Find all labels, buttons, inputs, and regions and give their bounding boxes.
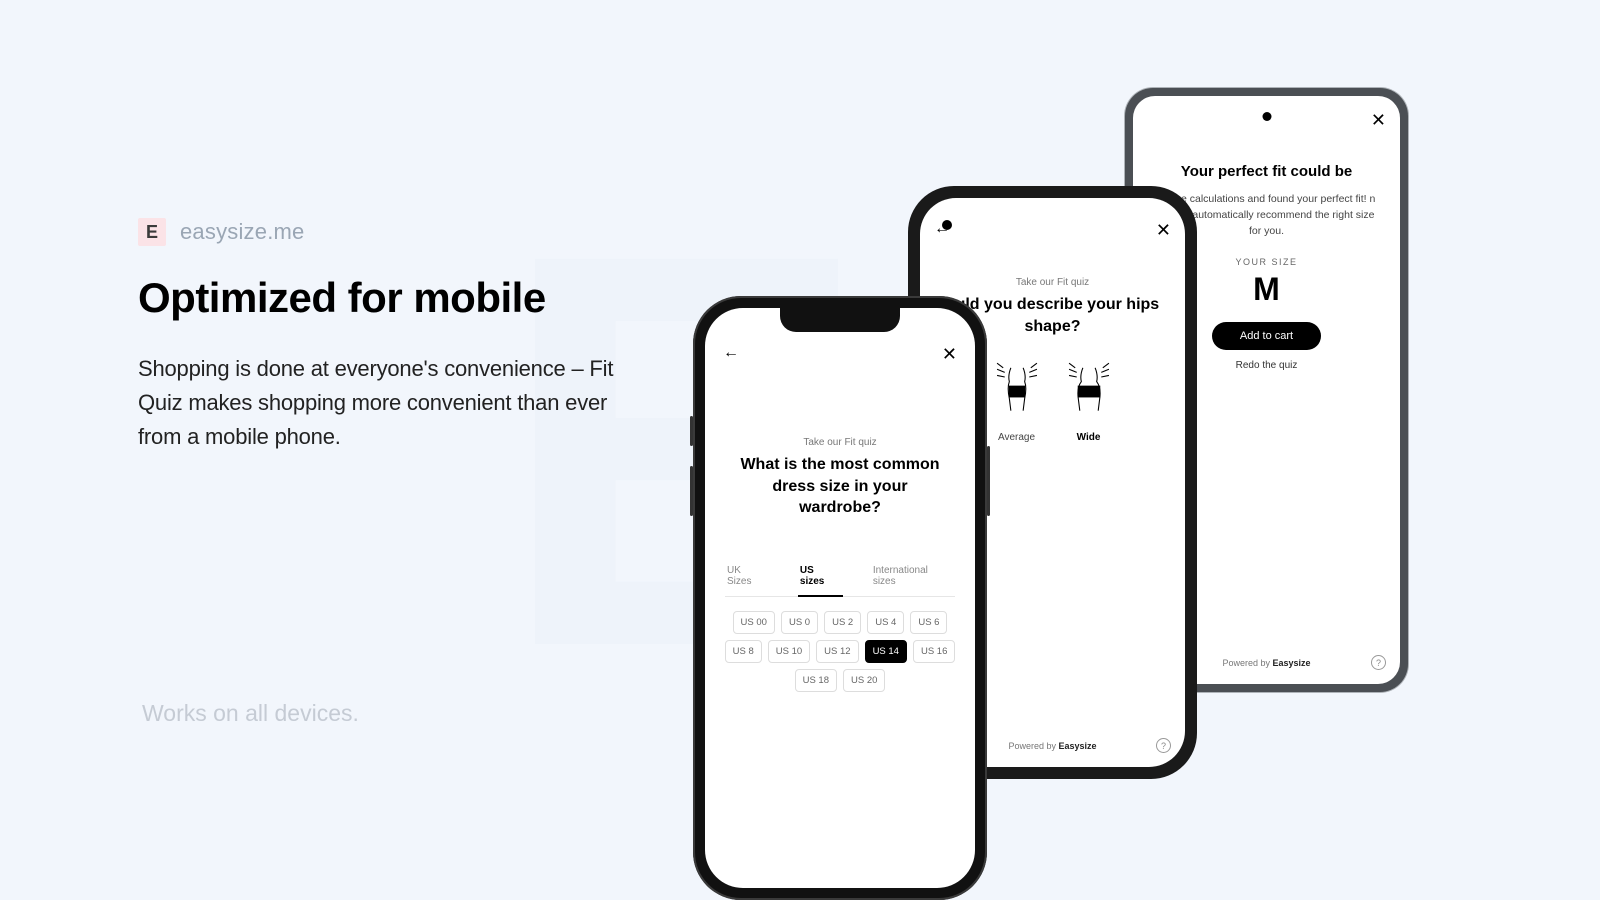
size-option[interactable]: US 16: [913, 640, 955, 663]
result-heading: Your perfect fit could be: [1151, 163, 1382, 180]
powered-by: Powered by Easysize: [1008, 741, 1096, 751]
question-text: What is the most common dress size in yo…: [705, 448, 975, 519]
quiz-label: Take our Fit quiz: [920, 277, 1185, 288]
back-icon[interactable]: ←: [723, 344, 739, 365]
help-icon[interactable]: ?: [1156, 738, 1171, 753]
camera-dot: [942, 220, 952, 230]
brand-name: easysize.me: [180, 219, 304, 245]
quiz-label: Take our Fit quiz: [705, 437, 975, 448]
size-option[interactable]: US 18: [795, 669, 837, 692]
size-option[interactable]: US 6: [910, 611, 947, 634]
tab-international-sizes[interactable]: International sizes: [871, 559, 955, 596]
size-option[interactable]: US 4: [867, 611, 904, 634]
notch: [780, 308, 900, 332]
size-option[interactable]: US 0: [781, 611, 818, 634]
size-option[interactable]: US 20: [843, 669, 885, 692]
body-shape-icon: [994, 361, 1040, 424]
option-label: Average: [994, 432, 1040, 443]
option-label: Wide: [1066, 432, 1112, 443]
close-icon[interactable]: ✕: [1371, 110, 1386, 131]
side-button: [987, 446, 990, 516]
size-option[interactable]: US 14: [865, 640, 907, 663]
side-button: [690, 466, 693, 516]
hips-option-wide[interactable]: Wide: [1066, 361, 1112, 443]
size-option[interactable]: US 10: [768, 640, 810, 663]
size-grid: US 00 US 0 US 2 US 4 US 6 US 8 US 10 US 12 US 14…: [705, 597, 975, 706]
camera-dot: [1262, 112, 1271, 121]
side-button: [690, 416, 693, 446]
body-shape-icon: [1066, 361, 1112, 424]
size-option[interactable]: US 2: [824, 611, 861, 634]
phone-sizes: ← ✕ Take our Fit quiz What is the most c…: [693, 296, 987, 900]
add-to-cart-button[interactable]: Add to cart: [1212, 322, 1321, 350]
size-option[interactable]: US 8: [725, 640, 762, 663]
page-description: Shopping is done at everyone's convenien…: [138, 352, 618, 454]
tab-uk-sizes[interactable]: UK Sizes: [725, 559, 770, 596]
help-icon[interactable]: ?: [1371, 655, 1386, 670]
size-system-tabs: UK Sizes US sizes International sizes: [725, 559, 955, 597]
size-option[interactable]: US 12: [816, 640, 858, 663]
footer-caption: Works on all devices.: [142, 700, 359, 727]
brand-badge: E: [138, 218, 166, 246]
close-icon[interactable]: ✕: [1156, 220, 1171, 241]
hips-option-average[interactable]: Average: [994, 361, 1040, 443]
powered-by: Powered by Easysize: [1222, 658, 1310, 668]
brand: E easysize.me: [138, 218, 658, 246]
page-title: Optimized for mobile: [138, 274, 658, 322]
size-option[interactable]: US 00: [733, 611, 775, 634]
tab-us-sizes[interactable]: US sizes: [798, 559, 843, 597]
close-icon[interactable]: ✕: [942, 344, 957, 365]
